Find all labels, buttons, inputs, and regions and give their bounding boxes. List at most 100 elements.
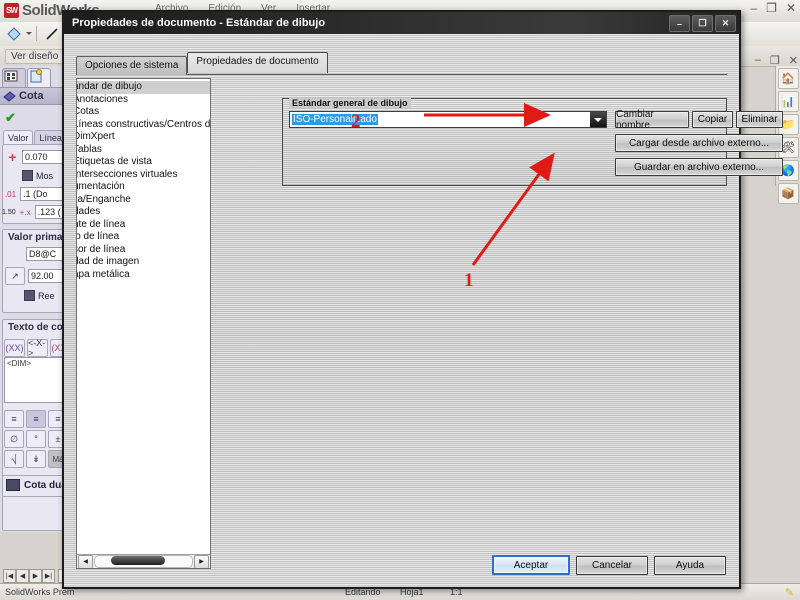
text-above-icon[interactable]: (XX)	[4, 339, 25, 357]
plus-icon[interactable]: +	[6, 149, 19, 165]
degree-icon[interactable]: °	[26, 430, 46, 448]
symbol-buttons-row-1[interactable]: ∅ ° ±	[4, 430, 68, 448]
feature-manager-tab[interactable]	[2, 68, 26, 87]
chart-icon[interactable]: 📊	[777, 91, 799, 112]
tab-opciones-de-sistema[interactable]: Opciones de sistema	[76, 56, 188, 75]
align-center-icon[interactable]: ≡	[26, 410, 46, 428]
list-item[interactable]: Cotas	[77, 106, 210, 119]
dual-dimension-icon	[6, 479, 20, 491]
copy-button[interactable]: Copiar	[692, 111, 733, 128]
list-item[interactable]: sor de línea	[77, 244, 210, 257]
dialog-close-icon[interactable]: ✕	[715, 15, 736, 32]
toolbar-separator	[36, 26, 37, 41]
list-item[interactable]: Etiquetas de vista	[77, 156, 210, 169]
chevron-down-icon[interactable]	[590, 112, 606, 127]
appearances-icon[interactable]: 📦	[777, 183, 799, 204]
list-item[interactable]: dades	[77, 206, 210, 219]
load-external-button[interactable]: Cargar desde archivo externo...	[615, 134, 783, 152]
dialog-tab-strip[interactable]: Opciones de sistema Propiedades de docum…	[76, 52, 328, 75]
scroll-left-icon[interactable]: ◀	[78, 554, 93, 568]
ok-button[interactable]: Aceptar	[492, 555, 570, 575]
list-item[interactable]: lo de línea	[77, 231, 210, 244]
dialog-window-controls[interactable]: – ❐ ✕	[669, 15, 736, 32]
counterbore-icon[interactable]: ⎷	[4, 450, 24, 468]
sketch-dropdown-icon[interactable]	[26, 32, 32, 35]
text-alignment-buttons[interactable]: ≡ ≡ ≡	[4, 410, 68, 428]
delete-button[interactable]: Eliminar	[736, 111, 783, 128]
precision-field-1[interactable]: .1 (Do	[20, 187, 68, 201]
doc-minimize-icon[interactable]: –	[755, 54, 761, 66]
precision-icon[interactable]: .01	[4, 188, 17, 200]
dimension-icon	[3, 90, 16, 102]
dimension-text-button-row[interactable]: (XX) <-X-> (XX)	[4, 338, 71, 358]
doc-close-icon[interactable]: ✕	[789, 54, 798, 67]
tolerance-precision-icon[interactable]: +.x	[19, 206, 32, 218]
list-item[interactable]: lla/Enganche	[77, 194, 210, 207]
sheet-nav-first-icon[interactable]: |◀	[3, 569, 16, 583]
sketch-icon[interactable]	[6, 26, 22, 42]
diameter-icon[interactable]: ∅	[4, 430, 24, 448]
settings-category-list[interactable]: ándar de dibujo Anotaciones Cotas Líneas…	[76, 78, 211, 569]
doc-restore-icon[interactable]: ❐	[770, 54, 780, 67]
list-item[interactable]: DimXpert	[77, 131, 210, 144]
line-icon[interactable]	[44, 26, 60, 42]
dimension-text-title: Texto de cot	[8, 322, 67, 333]
show-parentheses-checkbox[interactable]: Mos	[22, 170, 53, 181]
dialog-title-bar: Propiedades de documento - Estándar de d…	[64, 12, 739, 34]
sheet-nav-next-icon[interactable]: ▶	[29, 569, 42, 583]
precision-row-1: .01 .1 (Do	[4, 187, 68, 201]
symbol-buttons-row-2[interactable]: ⎷ ↡ Má	[4, 450, 68, 468]
help-button[interactable]: Ayuda	[654, 556, 726, 575]
dual-dimension-row[interactable]: Cota dua	[6, 479, 67, 491]
list-item[interactable]: Tablas	[77, 144, 210, 157]
show-parentheses-label: Mos	[36, 170, 54, 181]
list-item[interactable]: nte de línea	[77, 219, 210, 232]
align-left-icon[interactable]: ≡	[4, 410, 24, 428]
scroll-right-icon[interactable]: ▶	[194, 554, 209, 568]
link-icon[interactable]: ↗	[5, 267, 25, 285]
tolerance-row: + 0.070	[6, 149, 68, 165]
annotation-label-1: 1	[464, 270, 474, 291]
group-title: Estándar general de dibujo	[289, 98, 411, 108]
depth-icon[interactable]: ↡	[26, 450, 46, 468]
save-external-button[interactable]: Guardar en archivo externo...	[615, 158, 783, 176]
list-item[interactable]: umentación	[77, 181, 210, 194]
list-item[interactable]: apa metálica	[77, 269, 210, 282]
dialog-minimize-icon[interactable]: –	[669, 15, 690, 32]
minimize-icon[interactable]: –	[750, 2, 757, 14]
list-item[interactable]: ándar de dibujo	[77, 81, 210, 94]
tab-propiedades-de-documento[interactable]: Propiedades de documento	[187, 52, 328, 73]
command-tab-ver-diseno[interactable]: Ver diseño	[5, 49, 65, 64]
sheet-nav-prev-icon[interactable]: ◀	[16, 569, 29, 583]
feature-tree-icon	[4, 70, 18, 82]
list-item[interactable]: dad de imagen	[77, 256, 210, 269]
dialog-title-text: Propiedades de documento - Estándar de d…	[72, 17, 326, 29]
green-check-icon[interactable]: ✔	[5, 110, 16, 126]
scrollbar-thumb[interactable]	[110, 556, 165, 565]
rename-button[interactable]: Cambiar nombre	[615, 109, 689, 131]
scrollbar-track[interactable]	[94, 555, 193, 568]
list-item[interactable]: Anotaciones	[77, 94, 210, 107]
override-value-label: Ree	[38, 290, 55, 301]
drawing-standard-value: ISO-Personalizado	[292, 114, 378, 125]
drawing-standard-group: Estándar general de dibujo ISO-Personali…	[282, 98, 783, 186]
property-manager-tab[interactable]	[27, 68, 51, 87]
dimension-text-area[interactable]: <DIM>	[4, 357, 67, 403]
sheet-nav-last-icon[interactable]: ▶|	[42, 569, 55, 583]
list-item[interactable]: Líneas constructivas/Centros de	[77, 119, 210, 132]
dialog-restore-icon[interactable]: ❐	[692, 15, 713, 32]
cancel-button[interactable]: Cancelar	[576, 556, 648, 575]
dual-dimension-label: Cota dua	[24, 479, 67, 491]
primary-numeric-row: ↗ 92.00	[5, 267, 68, 285]
subtab-valor[interactable]: Valor	[3, 130, 34, 145]
drawing-standard-combobox[interactable]: ISO-Personalizado	[289, 111, 607, 128]
list-item[interactable]: Intersecciones virtuales	[77, 169, 210, 182]
restore-icon[interactable]: ❐	[766, 2, 777, 14]
home-icon[interactable]: 🏠	[777, 68, 799, 89]
override-value-checkbox[interactable]: Ree	[24, 290, 55, 301]
text-center-icon[interactable]: <-X->	[27, 338, 48, 358]
application-window-controls[interactable]: – ❐ ✕	[750, 2, 796, 14]
property-manager-tab-strip[interactable]	[2, 68, 51, 87]
horizontal-scrollbar[interactable]: ◀ ▶	[77, 554, 210, 568]
close-icon[interactable]: ✕	[786, 2, 796, 14]
